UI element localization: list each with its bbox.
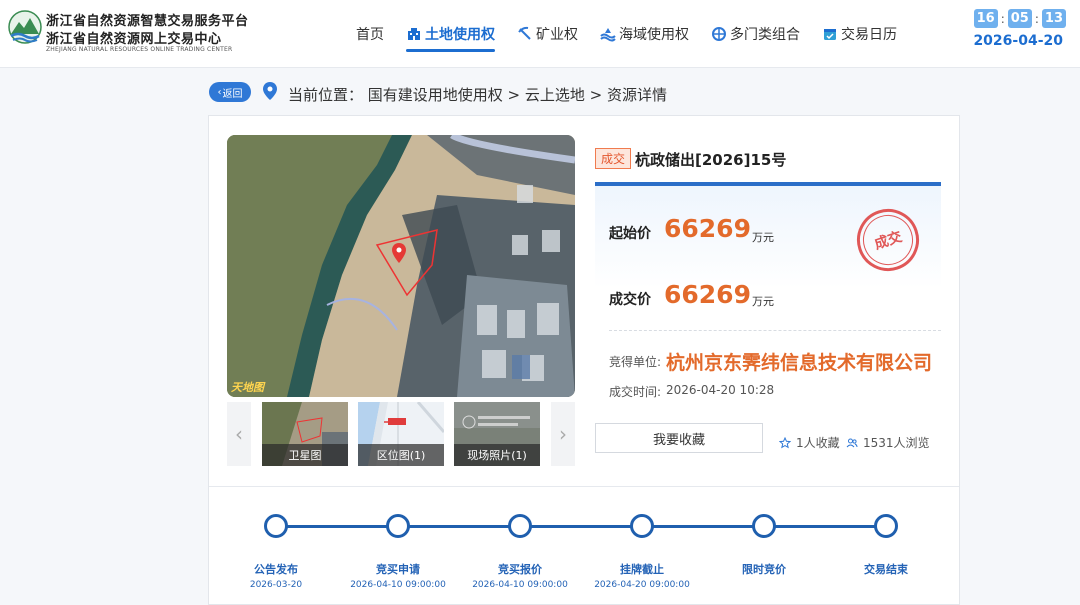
winner-name: 杭州京东霁纬信息技术有限公司 (666, 352, 933, 374)
deal-time-label: 成交时间: (609, 385, 662, 399)
calendar-icon (824, 29, 836, 40)
timeline-node (386, 514, 410, 538)
start-price-unit: 万元 (752, 231, 774, 244)
nav-item-land[interactable]: 土地使用权 (406, 0, 495, 68)
timeline-step-label: 限时竞价 (742, 563, 786, 576)
back-icon: ‹ (217, 86, 222, 98)
favorite-button[interactable]: 我要收藏 (595, 423, 763, 453)
map-watermark: 天地图 (231, 381, 264, 394)
clock-minutes: 05 (1007, 9, 1032, 28)
divider (609, 330, 941, 331)
location-pin-icon (263, 82, 277, 100)
thumb-site-photo[interactable]: 现场照片(1) (454, 402, 540, 466)
chevron-right-icon: › (559, 422, 567, 446)
nav-label: 海域使用权 (619, 27, 689, 43)
timeline-step-label: 公告发布 (254, 563, 298, 576)
star-icon (779, 436, 791, 448)
main-nav: 首页 土地使用权 矿业权 海域使用权 多门类组合 交易日历 (356, 0, 919, 68)
site-logo-icon[interactable] (8, 10, 42, 48)
nav-label: 矿业权 (536, 27, 578, 43)
users-icon (846, 438, 858, 447)
nav-label: 首页 (356, 27, 384, 43)
thumb-caption: 区位图(1) (358, 444, 444, 466)
satellite-image (227, 135, 575, 397)
nav-item-combo[interactable]: 多门类组合 (711, 0, 800, 68)
back-button[interactable]: ‹ 返回 (209, 82, 251, 102)
combo-icon (712, 27, 726, 41)
nav-item-sea[interactable]: 海域使用权 (600, 0, 689, 68)
status-badge: 成交 (595, 148, 632, 169)
site-header: 浙江省自然资源智慧交易服务平台 浙江省自然资源网上交易中心 ZHEJIANG N… (0, 0, 1080, 68)
satellite-map[interactable]: 天地图 (227, 135, 575, 397)
breadcrumb: 当前位置： 国有建设用地使用权 > 云上选地 > 资源详情 (288, 86, 667, 104)
clock-hours: 16 (973, 9, 998, 28)
brand-subtitle: 浙江省自然资源网上交易中心 (46, 32, 222, 47)
wave-icon (600, 28, 616, 42)
clock: 16 : 05 : 13 (973, 9, 1066, 28)
timeline-node (508, 514, 532, 538)
favorites-count: 1人收藏 (779, 434, 840, 451)
start-price-value: 66269 (664, 214, 751, 243)
brand-title: 浙江省自然资源智慧交易服务平台 (46, 14, 249, 29)
timeline-node (874, 514, 898, 538)
timeline-step-date: 2026-04-10 09:00:00 (350, 580, 446, 590)
views-text: 1531人浏览 (863, 436, 930, 450)
clock-seconds: 13 (1041, 9, 1066, 28)
start-price-label: 起始价 (609, 226, 651, 242)
thumb-satellite[interactable]: 卫星图 (262, 402, 348, 466)
mining-icon (518, 26, 531, 40)
thumb-caption: 现场照片(1) (454, 444, 540, 466)
timeline-step-label: 竞买报价 (498, 563, 542, 576)
winner-label: 竞得单位: (609, 355, 662, 369)
resource-title: 杭政储出[2026]15号 (635, 151, 787, 169)
thumbnail-strip: ‹ 卫星图 区位图(1) 现场照片(1) › (227, 402, 575, 466)
timeline-step-date: 2026-04-10 09:00:00 (472, 580, 568, 590)
thumb-prev-button[interactable]: ‹ (227, 402, 251, 466)
brand-english: ZHEJIANG NATURAL RESOURCES ONLINE TRADIN… (46, 46, 233, 53)
views-count: 1531人浏览 (846, 434, 930, 451)
nav-item-mining[interactable]: 矿业权 (517, 0, 578, 68)
section-divider (209, 486, 959, 487)
timeline-step-date: 2026-04-20 09:00:00 (594, 580, 690, 590)
nav-item-home[interactable]: 首页 (356, 0, 384, 68)
thumb-caption: 卫星图 (262, 444, 348, 466)
building-icon (408, 28, 420, 40)
timeline-step-label: 竞买申请 (376, 563, 420, 576)
clock-separator: : (1000, 11, 1005, 26)
nav-label: 交易日历 (841, 27, 897, 43)
thumb-next-button[interactable]: › (551, 402, 575, 466)
chevron-left-icon: ‹ (235, 422, 243, 446)
timeline-step-label: 交易结束 (864, 563, 908, 576)
deal-price-unit: 万元 (752, 295, 774, 308)
current-date: 2026-04-20 (973, 33, 1063, 49)
deal-time-value: 2026-04-20 10:28 (666, 383, 775, 397)
timeline-track (277, 525, 888, 528)
timeline-step-label: 挂牌截止 (620, 563, 664, 576)
deal-price-value: 66269 (664, 280, 751, 309)
timeline-step-date: 2026-03-20 (249, 580, 303, 590)
deal-price-label: 成交价 (609, 292, 651, 308)
nav-label: 多门类组合 (730, 27, 800, 43)
timeline-node (630, 514, 654, 538)
nav-label: 土地使用权 (425, 27, 495, 43)
thumb-location[interactable]: 区位图(1) (358, 402, 444, 466)
nav-item-calendar[interactable]: 交易日历 (822, 0, 897, 68)
timeline-node (752, 514, 776, 538)
resource-detail-card: 天地图 ‹ 卫星图 区位图(1) 现场照片(1) › 成交 杭政储出[2026]… (208, 115, 960, 605)
timeline-node (264, 514, 288, 538)
favorites-text: 1人收藏 (796, 436, 840, 450)
back-label: 返回 (222, 88, 243, 100)
clock-separator: : (1034, 11, 1039, 26)
